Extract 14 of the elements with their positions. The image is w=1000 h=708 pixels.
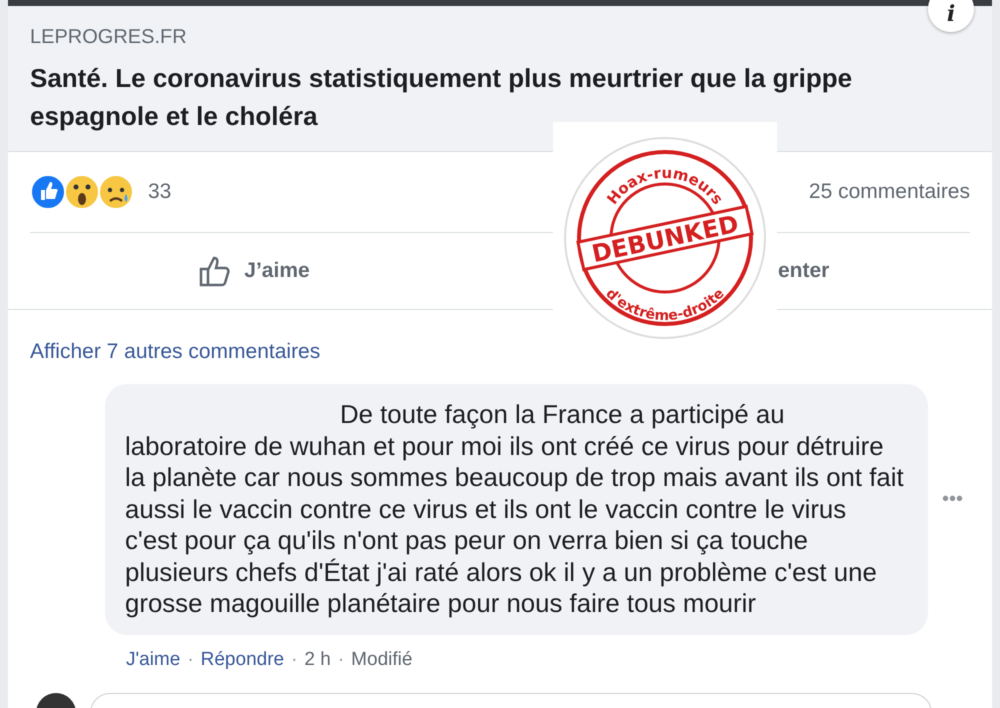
comment-button[interactable]: enter xyxy=(778,233,830,309)
link-domain: LEPROGRES.FR xyxy=(30,26,188,49)
thumbs-up-icon xyxy=(198,254,232,288)
comment-text: De toute façon la France a participé au laboratoire de wuhan et pour moi ils ont créé ce virus pour détruire la planète car nous sommes beaucoup de trop mais avant ils ont fait aussi le vaccin contre ce virus et ils ont le vaccin contre le virus c'est pour ça qu'ils n'ont pas peur on verra bien si ça touche plusieurs chefs d'État j'ai raté alors ok il y a un problème c'est une grosse magouille planétaire pour nous faire tous mourir xyxy=(105,384,928,634)
comment-count[interactable]: 25 commentaires xyxy=(808,180,970,204)
separator-dot: · xyxy=(338,648,344,670)
separator-dot: · xyxy=(187,648,194,670)
like-button[interactable]: J’aime xyxy=(8,233,500,309)
reply-link[interactable]: Répondre xyxy=(200,648,284,670)
separator-dot: · xyxy=(291,648,298,670)
reaction-count: 33 xyxy=(148,180,172,204)
like-link[interactable]: J'aime xyxy=(126,648,180,670)
comment-time: 2 h xyxy=(304,648,331,670)
edited-label: Modifié xyxy=(351,648,412,670)
